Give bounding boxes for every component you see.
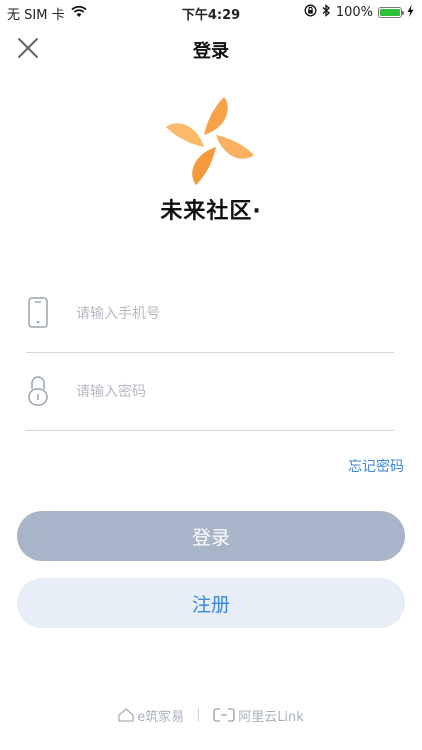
status-bar: 无 SIM 卡 下午4:29 100% xyxy=(0,0,422,24)
footer-brand-zhujiayi: e筑家易 xyxy=(118,706,184,725)
password-field xyxy=(26,364,394,431)
footer-divider xyxy=(198,708,200,722)
login-button[interactable]: 登录 xyxy=(17,511,405,561)
footer-brand-aliyun: 阿里云Link xyxy=(213,706,304,725)
register-button[interactable]: 注册 xyxy=(17,578,405,628)
phone-input[interactable] xyxy=(74,298,378,330)
battery-percent: 100% xyxy=(335,5,373,20)
phone-icon xyxy=(26,296,50,330)
nav-bar: 登录 xyxy=(0,26,422,70)
bluetooth-icon xyxy=(322,4,331,21)
status-right: 100% xyxy=(304,4,414,21)
battery-level xyxy=(380,9,400,16)
battery-cap xyxy=(402,11,404,15)
brand-aliyun-label: 阿里云Link xyxy=(238,709,304,725)
aliyun-icon xyxy=(213,708,235,722)
password-input[interactable] xyxy=(74,376,378,408)
house-e-icon xyxy=(118,708,134,722)
lock-icon xyxy=(26,374,50,408)
footer-brands: e筑家易 阿里云Link xyxy=(0,700,422,730)
battery-icon xyxy=(378,7,404,18)
page-title: 登录 xyxy=(193,41,229,62)
forgot-password-link[interactable]: 忘记密码 xyxy=(348,456,404,476)
phone-field xyxy=(26,286,394,353)
app-name: 未来社区· xyxy=(160,199,262,224)
charging-icon xyxy=(407,4,414,21)
pinwheel-logo xyxy=(162,93,258,189)
brand-zhujiayi-label: e筑家易 xyxy=(137,709,185,725)
lock-rotation-icon xyxy=(304,4,317,21)
